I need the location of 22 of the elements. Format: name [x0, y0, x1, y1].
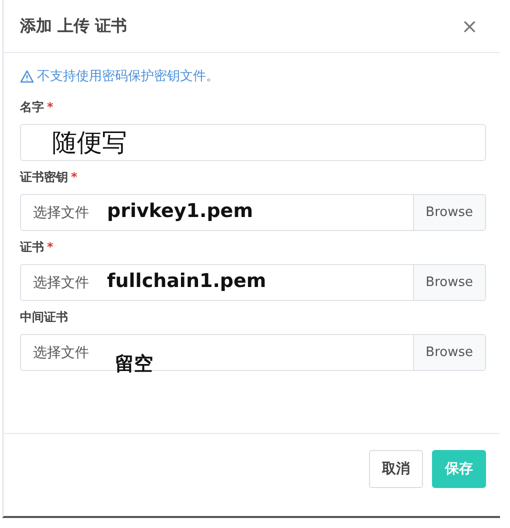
annotation-text: privkey1.pem — [107, 200, 253, 222]
warning-text: 不支持使用密码保护密钥文件。 — [37, 68, 219, 85]
browse-button[interactable]: Browse — [412, 265, 485, 300]
required-mark: * — [47, 100, 54, 114]
warning-icon — [20, 70, 34, 82]
close-button[interactable]: × — [461, 16, 478, 36]
field-label: 证书密钥 — [20, 169, 68, 186]
name-field[interactable]: 随便写 — [20, 124, 486, 161]
file-placeholder[interactable]: 选择文件 — [33, 274, 89, 292]
dialog-title: 添加 上传 证书 — [20, 16, 128, 36]
field-label: 证书 — [20, 239, 44, 256]
annotation-text: fullchain1.pem — [107, 270, 266, 292]
file-placeholder[interactable]: 选择文件 — [33, 204, 89, 222]
annotation-text: 留空 — [115, 352, 153, 377]
file-placeholder[interactable]: 选择文件 — [33, 344, 89, 362]
browse-button[interactable]: Browse — [412, 195, 485, 230]
field-label: 中间证书 — [20, 309, 68, 326]
required-mark: * — [71, 170, 78, 184]
cancel-button[interactable]: 取消 — [369, 450, 423, 488]
field-label: 名字 — [20, 99, 44, 116]
browse-button[interactable]: Browse — [412, 335, 485, 370]
required-mark: * — [47, 240, 54, 254]
